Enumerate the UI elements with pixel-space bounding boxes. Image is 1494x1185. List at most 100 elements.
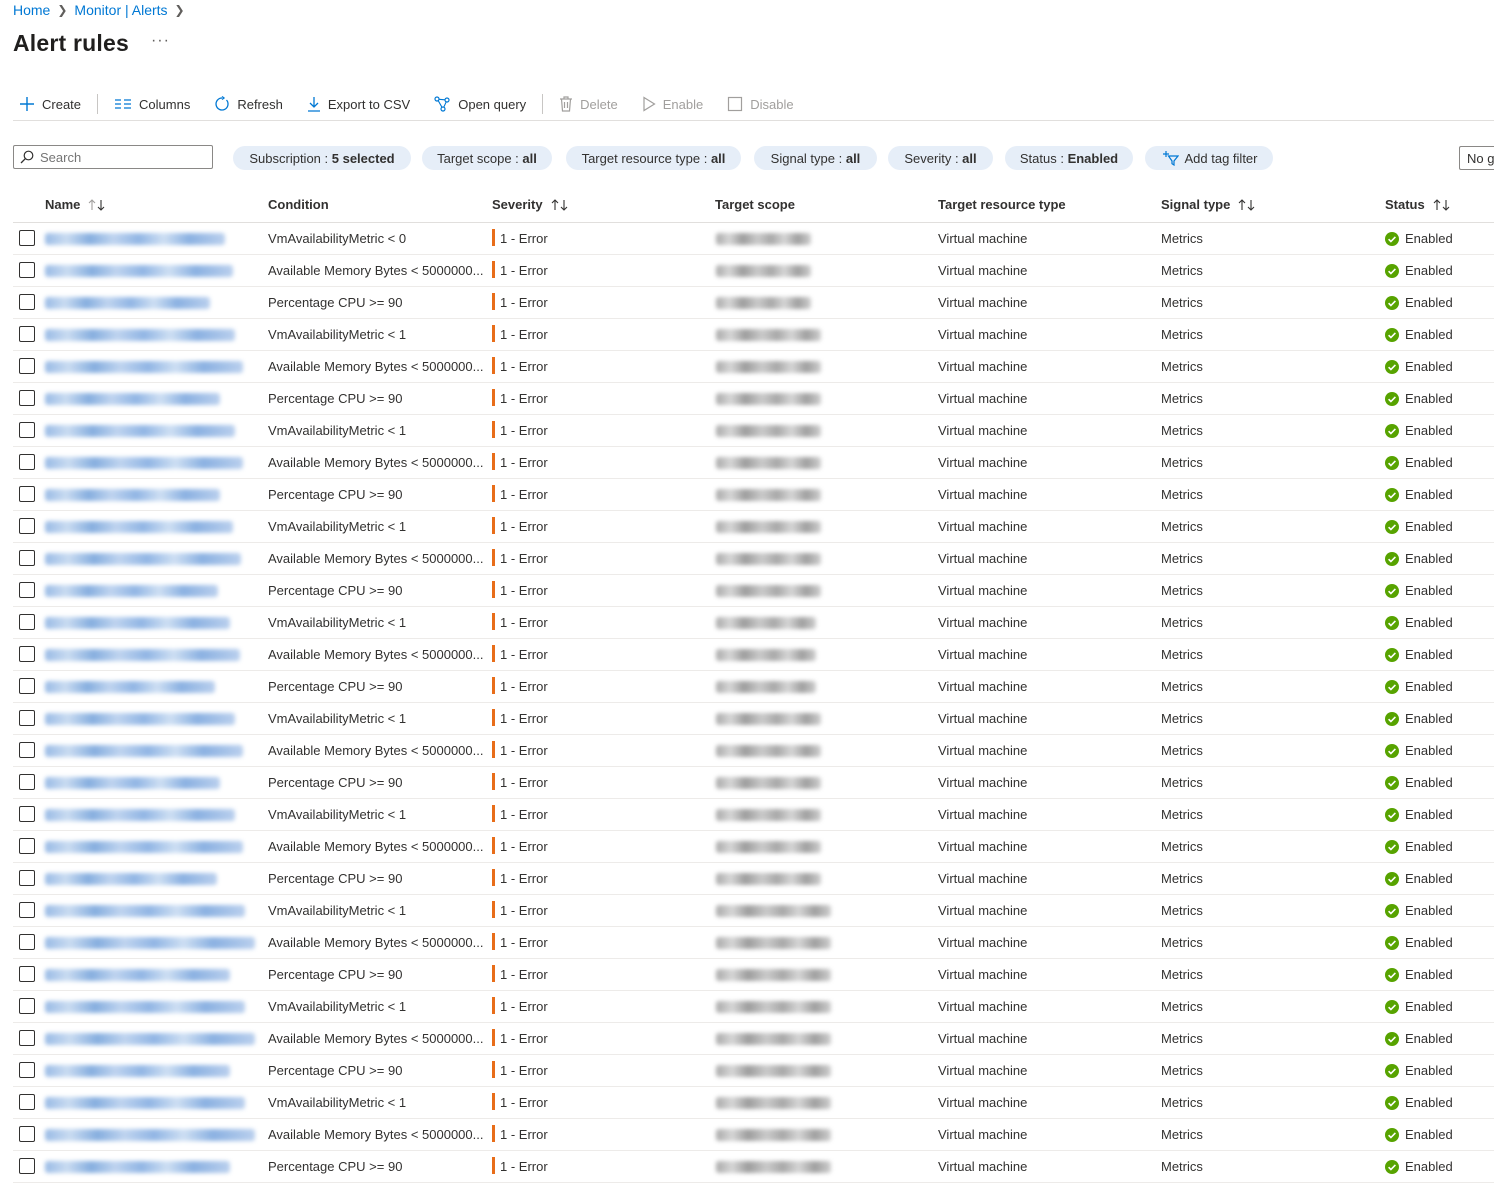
table-row[interactable]: VmAvailabilityMetric < 1 1 - Error Virtual… — [13, 991, 1494, 1023]
row-checkbox[interactable] — [19, 710, 35, 726]
table-row[interactable]: Available Memory Bytes < 5000000... 1 - E… — [13, 255, 1494, 287]
column-header-signal-type[interactable]: Signal type — [1161, 197, 1256, 212]
table-row[interactable]: Available Memory Bytes < 5000000... 1 - E… — [13, 447, 1494, 479]
alert-rule-name-link[interactable] — [45, 1161, 230, 1173]
table-row[interactable]: Available Memory Bytes < 5000000... 1 - E… — [13, 1023, 1494, 1055]
breadcrumb-monitor-alerts[interactable]: Monitor | Alerts — [74, 2, 167, 18]
table-row[interactable]: VmAvailabilityMetric < 1 1 - Error Virtual… — [13, 319, 1494, 351]
column-header-condition[interactable]: Condition — [268, 197, 329, 212]
alert-rule-name-link[interactable] — [45, 809, 235, 821]
alert-rule-name-link[interactable] — [45, 585, 218, 597]
alert-rule-name-link[interactable] — [45, 873, 217, 885]
filter-target-resource-type[interactable]: Target resource type : all — [566, 146, 741, 170]
breadcrumb-home[interactable]: Home — [13, 2, 50, 18]
alert-rule-name-link[interactable] — [45, 265, 233, 277]
row-checkbox[interactable] — [19, 966, 35, 982]
row-checkbox[interactable] — [19, 262, 35, 278]
row-checkbox[interactable] — [19, 614, 35, 630]
row-checkbox[interactable] — [19, 1158, 35, 1174]
alert-rule-name-link[interactable] — [45, 521, 233, 533]
table-row[interactable]: Percentage CPU >= 90 1 - Error Virtual mac… — [13, 383, 1494, 415]
alert-rule-name-link[interactable] — [45, 1001, 245, 1013]
row-checkbox[interactable] — [19, 1062, 35, 1078]
table-row[interactable]: VmAvailabilityMetric < 1 1 - Error Virtual… — [13, 607, 1494, 639]
alert-rule-name-link[interactable] — [45, 617, 230, 629]
filter-severity[interactable]: Severity : all — [888, 146, 993, 170]
table-row[interactable]: Percentage CPU >= 90 1 - Error Virtual mac… — [13, 287, 1494, 319]
table-row[interactable]: VmAvailabilityMetric < 1 1 - Error Virtual… — [13, 895, 1494, 927]
alert-rule-name-link[interactable] — [45, 393, 220, 405]
add-tag-filter-button[interactable]: Add tag filter — [1145, 146, 1273, 170]
delete-button[interactable]: Delete — [551, 96, 618, 112]
column-header-severity[interactable]: Severity — [492, 197, 569, 212]
row-checkbox[interactable] — [19, 518, 35, 534]
row-checkbox[interactable] — [19, 486, 35, 502]
row-checkbox[interactable] — [19, 1094, 35, 1110]
table-row[interactable]: Percentage CPU >= 90 1 - Error Virtual mac… — [13, 959, 1494, 991]
enable-button[interactable]: Enable — [634, 96, 703, 112]
more-options-icon[interactable]: ··· — [151, 32, 170, 50]
table-row[interactable]: Percentage CPU >= 90 1 - Error Virtual mac… — [13, 1151, 1494, 1183]
table-row[interactable]: Available Memory Bytes < 5000000... 1 - E… — [13, 927, 1494, 959]
row-checkbox[interactable] — [19, 838, 35, 854]
row-checkbox[interactable] — [19, 678, 35, 694]
alert-rule-name-link[interactable] — [45, 745, 243, 757]
table-row[interactable]: VmAvailabilityMetric < 1 1 - Error Virtual… — [13, 799, 1494, 831]
alert-rule-name-link[interactable] — [45, 777, 220, 789]
alert-rule-name-link[interactable] — [45, 1129, 255, 1141]
table-row[interactable]: VmAvailabilityMetric < 1 1 - Error Virtual… — [13, 511, 1494, 543]
row-checkbox[interactable] — [19, 902, 35, 918]
row-checkbox[interactable] — [19, 1030, 35, 1046]
row-checkbox[interactable] — [19, 326, 35, 342]
alert-rule-name-link[interactable] — [45, 425, 235, 437]
row-checkbox[interactable] — [19, 1126, 35, 1142]
create-button[interactable]: Create — [13, 96, 81, 112]
row-checkbox[interactable] — [19, 294, 35, 310]
table-row[interactable]: VmAvailabilityMetric < 1 1 - Error Virtual… — [13, 703, 1494, 735]
alert-rule-name-link[interactable] — [45, 361, 243, 373]
table-row[interactable]: Percentage CPU >= 90 1 - Error Virtual mac… — [13, 479, 1494, 511]
column-header-name[interactable]: Name — [45, 197, 106, 212]
table-row[interactable]: Percentage CPU >= 90 1 - Error Virtual mac… — [13, 767, 1494, 799]
table-row[interactable]: VmAvailabilityMetric < 1 1 - Error Virtual… — [13, 1087, 1494, 1119]
row-checkbox[interactable] — [19, 582, 35, 598]
alert-rule-name-link[interactable] — [45, 329, 235, 341]
table-row[interactable]: Available Memory Bytes < 5000000... 1 - E… — [13, 735, 1494, 767]
row-checkbox[interactable] — [19, 742, 35, 758]
column-header-target-resource-type[interactable]: Target resource type — [938, 197, 1066, 212]
table-row[interactable]: Available Memory Bytes < 5000000... 1 - E… — [13, 1119, 1494, 1151]
row-checkbox[interactable] — [19, 646, 35, 662]
table-row[interactable]: Percentage CPU >= 90 1 - Error Virtual mac… — [13, 671, 1494, 703]
alert-rule-name-link[interactable] — [45, 905, 245, 917]
row-checkbox[interactable] — [19, 870, 35, 886]
alert-rule-name-link[interactable] — [45, 681, 215, 693]
grouping-dropdown[interactable]: No grouping — [1459, 146, 1494, 170]
alert-rule-name-link[interactable] — [45, 1033, 255, 1045]
alert-rule-name-link[interactable] — [45, 233, 225, 245]
row-checkbox[interactable] — [19, 934, 35, 950]
row-checkbox[interactable] — [19, 998, 35, 1014]
row-checkbox[interactable] — [19, 390, 35, 406]
row-checkbox[interactable] — [19, 550, 35, 566]
open-query-button[interactable]: Open query — [426, 96, 526, 112]
row-checkbox[interactable] — [19, 422, 35, 438]
disable-button[interactable]: Disable — [719, 96, 794, 112]
filter-signal-type[interactable]: Signal type : all — [754, 146, 877, 170]
alert-rule-name-link[interactable] — [45, 649, 240, 661]
refresh-button[interactable]: Refresh — [206, 96, 283, 112]
table-row[interactable]: Available Memory Bytes < 5000000... 1 - E… — [13, 351, 1494, 383]
row-checkbox[interactable] — [19, 358, 35, 374]
table-row[interactable]: Percentage CPU >= 90 1 - Error Virtual mac… — [13, 863, 1494, 895]
alert-rule-name-link[interactable] — [45, 457, 243, 469]
table-row[interactable]: Percentage CPU >= 90 1 - Error Virtual mac… — [13, 1055, 1494, 1087]
alert-rule-name-link[interactable] — [45, 1097, 245, 1109]
alert-rule-name-link[interactable] — [45, 713, 235, 725]
table-row[interactable]: VmAvailabilityMetric < 1 1 - Error Virtual… — [13, 415, 1494, 447]
row-checkbox[interactable] — [19, 806, 35, 822]
table-row[interactable]: Available Memory Bytes < 5000000... 1 - E… — [13, 543, 1494, 575]
filter-status[interactable]: Status : Enabled — [1005, 146, 1133, 170]
table-row[interactable]: Available Memory Bytes < 5000000... 1 - E… — [13, 831, 1494, 863]
alert-rule-name-link[interactable] — [45, 489, 220, 501]
column-header-status[interactable]: Status — [1385, 197, 1451, 212]
row-checkbox[interactable] — [19, 230, 35, 246]
